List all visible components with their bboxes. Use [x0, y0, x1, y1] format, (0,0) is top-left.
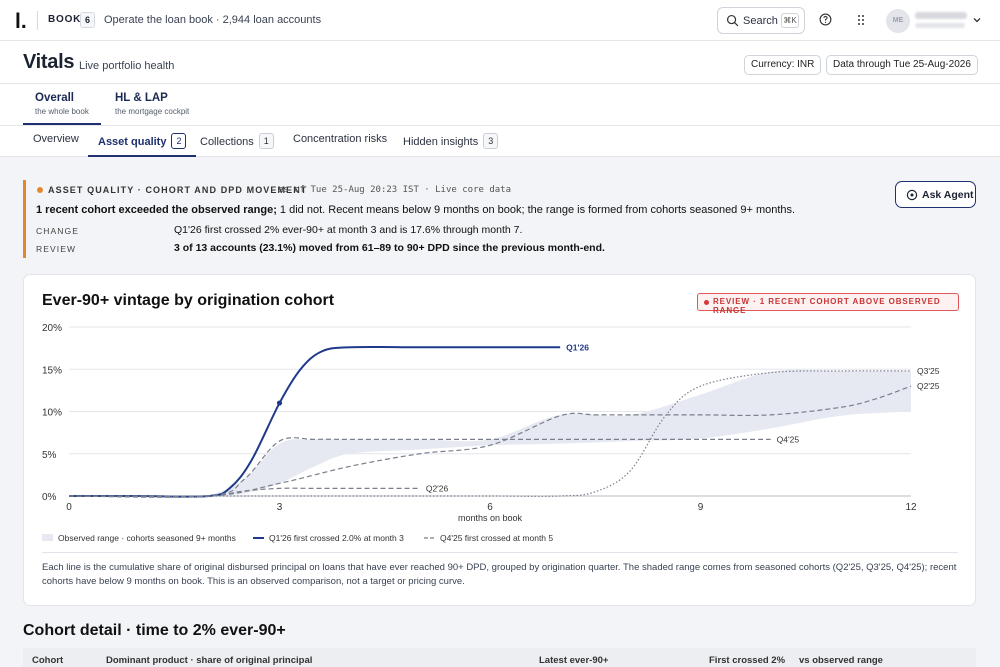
top-bar: l. BOOK 6 Operate the loan book · 2,944 …: [0, 0, 1000, 41]
page-title: Vitals: [23, 51, 75, 73]
cohort-table-header: Cohort Dominant product · share of origi…: [23, 648, 976, 667]
y-tick-label: 15%: [42, 365, 62, 376]
lens-tab-sub: the mortgage cockpit: [115, 107, 190, 116]
lens-tab-overall[interactable]: Overall the whole book: [23, 84, 101, 125]
legend-item: Observed range · cohorts seasoned 9+ mon…: [58, 533, 236, 543]
review-value: 3 of 13 accounts (23.1%) moved from 61–8…: [174, 242, 605, 254]
tab-label: Hidden insights: [403, 136, 479, 148]
alert-headline-bold: 1 recent cohort exceeded the observed ra…: [36, 204, 277, 216]
tab-label: Concentration risks: [293, 133, 388, 145]
change-label: CHANGE: [36, 226, 79, 236]
help-icon[interactable]: [819, 13, 832, 26]
page-subtitle: Live portfolio health: [79, 60, 175, 72]
tab-overview[interactable]: Overview: [23, 133, 89, 157]
section-tabs: Overview Asset quality 2 Collections 1 Con…: [0, 126, 1000, 157]
y-tick-label: 20%: [42, 323, 62, 334]
alert-label: ASSET QUALITY · COHORT AND DPD MOVEMENT: [48, 185, 308, 195]
apps-grid-icon[interactable]: [856, 14, 866, 26]
vintage-line-chart: 0% 5% 10% 15% 20% 0 3 6 9 12 months on book Q1'26 Q2…: [42, 323, 940, 543]
asset-quality-alert: ASSET QUALITY · COHORT AND DPD MOVEMENT …: [23, 180, 903, 258]
observed-range-band: [209, 369, 912, 496]
table-header-cell[interactable]: Latest ever-90+: [539, 655, 608, 666]
series-label: Q2'25: [917, 381, 940, 391]
x-tick-label: 12: [905, 502, 917, 513]
divider: [42, 552, 958, 553]
legend-item: Q4'25 first crossed at month 5: [440, 533, 553, 543]
alert-headline-rest: 1 did not. Recent means below 9 months o…: [276, 204, 796, 216]
lens-tab-title: HL & LAP: [115, 92, 168, 104]
section-title: Cohort detail · time to 2% ever-90+: [23, 622, 286, 639]
search-label: Search: [743, 15, 778, 27]
chart-footnote: Each line is the cumulative share of ori…: [42, 562, 957, 587]
vintage-chart-card: Ever-90+ vintage by origination cohort R…: [23, 274, 976, 606]
x-tick-label: 9: [698, 502, 704, 513]
table-header-cell[interactable]: First crossed 2%: [709, 655, 785, 666]
status-dot: [37, 187, 43, 193]
search-button[interactable]: Search ⌘K: [717, 7, 805, 34]
series-label: Q1'26: [566, 342, 589, 352]
tab-count-badge: 3: [483, 133, 499, 149]
alert-headline: 1 recent cohort exceeded the observed ra…: [36, 204, 795, 216]
target-icon: [906, 189, 918, 201]
search-icon: [726, 14, 739, 27]
review-label: REVIEW: [36, 244, 77, 254]
series-label: Q3'25: [917, 366, 940, 376]
book-count-badge[interactable]: 6: [80, 12, 95, 28]
app-logo[interactable]: l.: [15, 10, 27, 34]
tab-label: Asset quality: [98, 136, 167, 148]
tab-label: Collections: [200, 136, 254, 148]
currency-selector[interactable]: Currency: INR: [744, 55, 822, 75]
x-tick-label: 3: [277, 502, 283, 513]
tab-label: Overview: [33, 133, 79, 145]
lens-tab-title: Overall: [35, 92, 74, 104]
x-axis-label: months on book: [458, 513, 523, 523]
lens-tabs: Overall the whole book HL & LAP the mort…: [0, 84, 1000, 126]
table-header-cell[interactable]: Dominant product · share of original pri…: [106, 655, 312, 666]
table-header-cell[interactable]: vs observed range: [799, 655, 883, 666]
chevron-down-icon[interactable]: [972, 15, 982, 25]
ask-agent-button[interactable]: Ask Agent: [895, 181, 976, 208]
user-name[interactable]: ashok: [915, 12, 967, 19]
tab-count-badge: 2: [171, 133, 187, 149]
series-label: Q4'25: [777, 434, 800, 444]
page-header: Vitals Live portfolio health Currency: I…: [0, 41, 1000, 84]
y-tick-label: 10%: [42, 408, 62, 419]
y-tick-label: 0%: [42, 492, 57, 503]
avatar[interactable]: ME: [886, 9, 910, 33]
x-tick-label: 6: [487, 502, 493, 513]
alert-timestamp: as of Tue 25-Aug 20:23 IST · Live core d…: [278, 185, 511, 195]
user-role: super-user: [915, 23, 965, 28]
tab-count-badge: 1: [258, 133, 274, 149]
legend-item: Q1'26 first crossed 2.0% at month 3: [269, 533, 404, 543]
search-shortcut: ⌘K: [781, 13, 799, 28]
table-header-cell[interactable]: Cohort: [32, 655, 63, 666]
book-label[interactable]: BOOK: [48, 14, 81, 25]
series-label: Q2'26: [426, 483, 449, 493]
data-through-pill[interactable]: Data through Tue 25-Aug-2026: [826, 55, 978, 75]
y-tick-label: 5%: [42, 450, 57, 461]
tab-collections[interactable]: Collections 1: [190, 133, 284, 157]
divider: [37, 11, 38, 30]
series-marker: [276, 400, 283, 406]
tab-hidden-insights[interactable]: Hidden insights 3: [393, 133, 508, 157]
tab-asset-quality[interactable]: Asset quality 2: [88, 133, 197, 157]
tab-concentration-risks[interactable]: Concentration risks: [283, 133, 397, 157]
x-tick-label: 0: [66, 502, 72, 513]
ask-agent-label: Ask Agent: [922, 189, 974, 201]
lens-tab-hl-lap[interactable]: HL & LAP the mortgage cockpit: [103, 84, 203, 125]
book-description: Operate the loan book · 2,944 loan accou…: [104, 14, 322, 26]
lens-tab-sub: the whole book: [35, 107, 89, 116]
legend-swatch: [42, 534, 53, 541]
change-value: Q1'26 first crossed 2% ever-90+ at month…: [174, 224, 523, 236]
